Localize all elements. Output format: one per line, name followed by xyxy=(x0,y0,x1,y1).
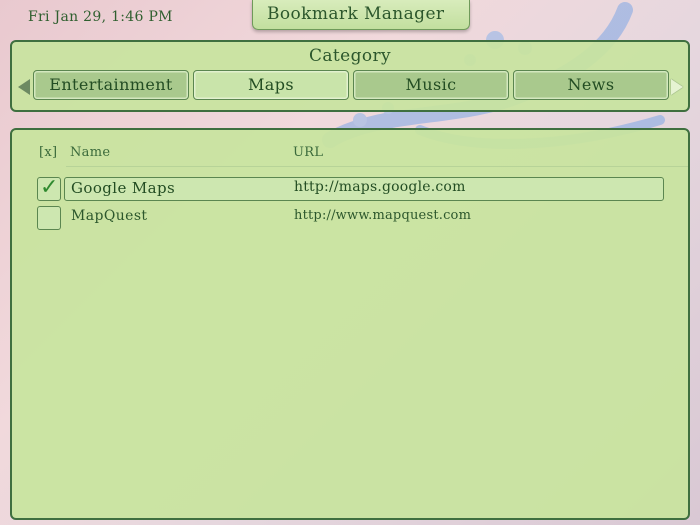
checkmark-icon: ✓ xyxy=(40,175,59,200)
bookmark-url[interactable]: http://maps.google.com xyxy=(294,179,466,195)
tab-maps[interactable]: Maps xyxy=(193,70,349,100)
name-column-header[interactable]: Name xyxy=(70,145,110,160)
tab-music[interactable]: Music xyxy=(353,70,509,100)
header-divider xyxy=(66,166,688,167)
table-row[interactable]: MapQuest http://www.mapquest.com xyxy=(12,206,688,232)
select-column-header[interactable]: [x] xyxy=(39,145,57,160)
row-checkbox[interactable]: ✓ xyxy=(37,175,61,201)
left-arrow-icon[interactable] xyxy=(18,79,30,95)
bookmark-name[interactable]: Google Maps xyxy=(71,179,175,197)
right-arrow-icon[interactable] xyxy=(671,79,683,95)
bookmark-name[interactable]: MapQuest xyxy=(71,208,147,224)
bookmark-url[interactable]: http://www.mapquest.com xyxy=(294,208,471,223)
tab-news[interactable]: News xyxy=(513,70,669,100)
app-title-tab: Bookmark Manager xyxy=(252,0,470,30)
url-column-header[interactable]: URL xyxy=(293,145,323,160)
clock-datetime: Fri Jan 29, 1:46 PM xyxy=(28,9,173,25)
tab-entertainment[interactable]: Entertainment xyxy=(33,70,189,100)
category-title: Category xyxy=(308,46,392,66)
bookmark-list-panel: [x] Name URL ✓ Google Maps http://maps.g… xyxy=(10,128,690,520)
row-checkbox[interactable] xyxy=(37,206,61,230)
category-panel: Category Entertainment Maps Music News xyxy=(10,40,690,112)
table-row[interactable]: ✓ Google Maps http://maps.google.com xyxy=(12,175,688,203)
